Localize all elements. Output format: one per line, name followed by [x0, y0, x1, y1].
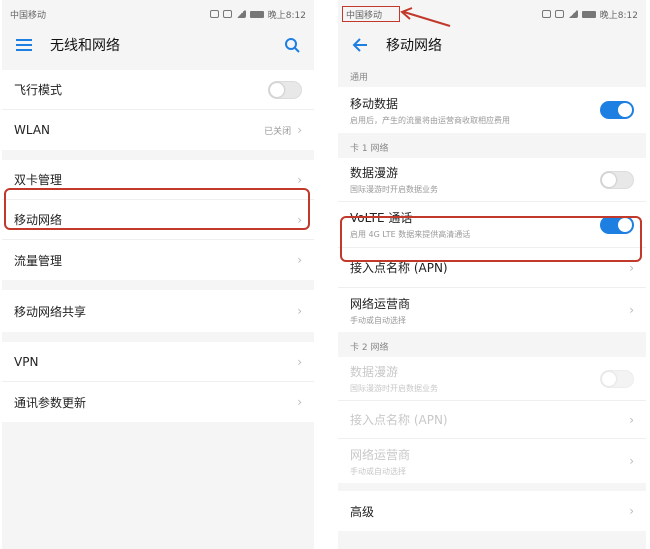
mobile-data-row[interactable]: 移动数据 启用后，产生的流量将由运营商收取相应费用 [338, 87, 646, 133]
wlan-row[interactable]: WLAN 已关闭 › [2, 110, 314, 150]
dual-sim-label: 双卡管理 [14, 173, 63, 187]
vibrate-icon [209, 10, 219, 18]
chevron-right-icon: › [297, 123, 302, 137]
carrier-config-update-label: 通讯参数更新 [14, 395, 87, 410]
chevron-right-icon: › [297, 304, 302, 318]
data-roaming-toggle[interactable] [600, 369, 634, 388]
chevron-right-icon: › [629, 260, 634, 275]
chevron-right-icon: › [629, 412, 634, 427]
app-bar: 无线和网络 [2, 28, 314, 62]
search-icon[interactable] [282, 35, 302, 55]
page-title: 无线和网络 [50, 38, 120, 54]
alarm-icon [554, 10, 564, 18]
chevron-right-icon: › [629, 454, 634, 468]
signal-icon [567, 10, 578, 18]
airplane-mode-label: 飞行模式 [14, 83, 63, 97]
card2-operator-row[interactable]: 网络运营商 手动或自动选择 › [338, 439, 646, 483]
carrier-highlight [342, 6, 400, 22]
alarm-icon [222, 10, 232, 18]
section-header-card2: 卡 2 网络 [338, 332, 646, 357]
clock: 晚上8:12 [599, 10, 638, 21]
signal-icon [235, 10, 246, 18]
data-roaming-toggle[interactable] [600, 170, 634, 189]
wlan-status: 已关闭 [264, 126, 292, 137]
data-roaming-label: 数据漫游 [350, 365, 399, 379]
carrier-label: 中国移动 [10, 10, 47, 21]
data-usage-label: 流量管理 [14, 253, 63, 268]
carrier-config-update-row[interactable]: 通讯参数更新 › [2, 382, 314, 422]
clock: 晚上8:12 [267, 10, 306, 21]
back-arrow-icon[interactable] [350, 35, 370, 55]
chevron-right-icon: › [297, 212, 302, 227]
menu-icon[interactable] [14, 35, 34, 55]
section-header-general: 通用 [338, 62, 646, 87]
airplane-mode-row[interactable]: 飞行模式 [2, 70, 314, 110]
chevron-right-icon: › [297, 253, 302, 267]
mobile-data-toggle[interactable] [600, 101, 634, 119]
data-usage-row[interactable]: 流量管理 › [2, 240, 314, 280]
operator-label: 网络运营商 [350, 447, 411, 462]
advanced-label: 高级 [350, 504, 375, 519]
airplane-mode-toggle[interactable] [268, 80, 302, 99]
data-roaming-desc: 国际漫游时开启数据业务 [350, 185, 438, 194]
left-screen: 中国移动 晚上8:12 无线和网络 飞行模式 WLAN 已关闭 › 双卡管理 ›… [2, 0, 314, 549]
card2-roaming-row[interactable]: 数据漫游 国际漫游时开启数据业务 [338, 357, 646, 401]
battery-icon [581, 10, 596, 18]
chevron-right-icon: › [297, 172, 302, 187]
wlan-label: WLAN [14, 123, 51, 137]
tethering-label: 移动网络共享 [14, 304, 87, 319]
tethering-row[interactable]: 移动网络共享 › [2, 290, 314, 332]
chevron-right-icon: › [297, 395, 302, 409]
dual-sim-row[interactable]: 双卡管理 › [2, 160, 314, 200]
mobile-network-label: 移动网络 [14, 213, 63, 227]
volte-toggle[interactable] [600, 215, 634, 234]
vpn-label: VPN [14, 354, 39, 369]
card1-apn-row[interactable]: 接入点名称 (APN) › [338, 248, 646, 288]
battery-icon [249, 10, 264, 18]
advanced-row[interactable]: 高级 › [338, 491, 646, 531]
operator-label: 网络运营商 [350, 296, 411, 311]
section-header-card1: 卡 1 网络 [338, 133, 646, 158]
vibrate-icon [541, 10, 551, 18]
right-screen: 中国移动 晚上8:12 移动网络 通用 移动数据 启用后，产生的流量将由运营商收… [338, 0, 646, 549]
annotation-arrow-icon [400, 7, 451, 27]
volte-desc: 启用 4G LTE 数据来提供高清通话 [350, 230, 471, 239]
volte-row[interactable]: VoLTE 通话 启用 4G LTE 数据来提供高清通话 [338, 202, 646, 248]
apn-label: 接入点名称 (APN) [350, 261, 448, 275]
status-bar: 中国移动 晚上8:12 [2, 0, 314, 28]
volte-label: VoLTE 通话 [350, 211, 413, 225]
chevron-right-icon: › [629, 504, 634, 518]
app-bar: 移动网络 [338, 28, 646, 62]
mobile-data-label: 移动数据 [350, 96, 399, 111]
mobile-network-row[interactable]: 移动网络 › [2, 200, 314, 240]
card2-apn-row[interactable]: 接入点名称 (APN) › [338, 401, 646, 439]
vpn-row[interactable]: VPN › [2, 342, 314, 382]
card1-roaming-row[interactable]: 数据漫游 国际漫游时开启数据业务 [338, 158, 646, 202]
operator-desc: 手动或自动选择 [350, 466, 406, 476]
chevron-right-icon: › [297, 354, 302, 369]
operator-desc: 手动或自动选择 [350, 315, 406, 325]
page-title: 移动网络 [386, 38, 442, 54]
data-roaming-desc: 国际漫游时开启数据业务 [350, 384, 438, 393]
mobile-data-desc: 启用后，产生的流量将由运营商收取相应费用 [350, 115, 510, 125]
data-roaming-label: 数据漫游 [350, 166, 399, 180]
chevron-right-icon: › [629, 303, 634, 317]
card1-operator-row[interactable]: 网络运营商 手动或自动选择 › [338, 288, 646, 332]
apn-label: 接入点名称 (APN) [350, 413, 448, 427]
